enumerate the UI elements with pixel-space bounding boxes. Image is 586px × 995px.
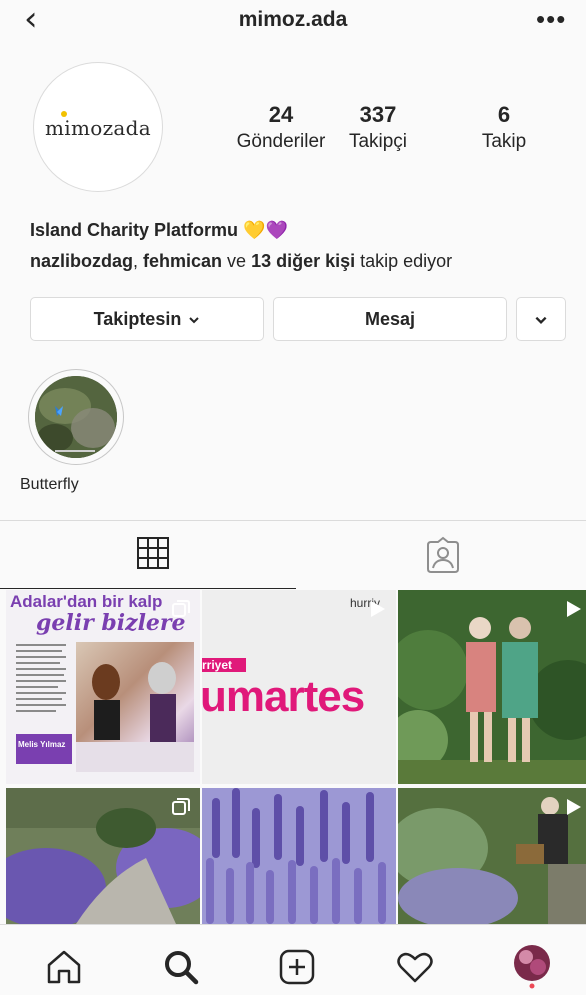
- highlight-label: Butterfly: [20, 476, 79, 493]
- followed-by-others[interactable]: 13 diğer kişi: [251, 251, 355, 271]
- chevron-down-icon: [535, 317, 547, 325]
- lavender-photo: [202, 788, 396, 924]
- home-icon[interactable]: [44, 947, 84, 987]
- add-post-icon[interactable]: [277, 947, 317, 987]
- message-button-label: Mesaj: [364, 309, 416, 329]
- carousel-icon: [172, 798, 190, 816]
- stat-following-label: Takip: [481, 131, 527, 152]
- lavender-path-photo: [6, 788, 200, 928]
- heart-icon[interactable]: [395, 947, 435, 987]
- message-button[interactable]: Mesaj: [273, 297, 507, 341]
- story-highlight[interactable]: [28, 369, 124, 465]
- video-icon: [564, 798, 582, 816]
- stat-following[interactable]: 6 Takip: [444, 102, 564, 156]
- garden-photo: [398, 590, 586, 784]
- post-byline: Melis Yılmaz: [18, 740, 66, 749]
- profile-avatar-icon[interactable]: [512, 943, 552, 989]
- followed-by-suffix: takip ediyor: [355, 251, 453, 271]
- search-icon[interactable]: [161, 947, 201, 987]
- byline-block: [16, 734, 72, 764]
- gardening-photo: [398, 788, 586, 928]
- stat-followers[interactable]: 337 Takipçi: [318, 102, 438, 156]
- grid-icon[interactable]: [136, 536, 170, 570]
- tabs-divider: [0, 520, 586, 521]
- followed-by-user[interactable]: fehmican: [143, 251, 222, 271]
- followed-by-user[interactable]: nazlibozdag: [30, 251, 133, 271]
- stat-following-value: 6: [497, 102, 511, 127]
- bottom-navigation: [0, 924, 586, 995]
- conjunction-text: ve: [222, 251, 252, 271]
- stat-followers-label: Takipçi: [348, 131, 408, 152]
- bio-name: Island Charity Platformu 💛💜: [30, 220, 288, 241]
- post-brand: rriyet: [202, 658, 233, 672]
- followed-by[interactable]: nazlibozdag, fehmican ve 13 diğer kişi t…: [30, 251, 452, 272]
- profile-header: ‹ mimoz.ada •••: [0, 0, 586, 44]
- chevron-down-icon: [189, 317, 200, 324]
- video-icon: [368, 600, 386, 618]
- suggestions-toggle-button[interactable]: [516, 297, 566, 341]
- heart-emojis: 💛💜: [243, 220, 288, 240]
- post-thumbnail[interactable]: Adalar'dan bir kalp gelir bizlere Melis …: [6, 590, 200, 784]
- carousel-icon: [172, 600, 190, 618]
- post-big-text: umartes: [202, 672, 365, 721]
- video-icon: [564, 600, 582, 618]
- page-title: mimoz.ada: [238, 8, 348, 31]
- article-text-block: [16, 642, 66, 732]
- profile-avatar[interactable]: mimozada: [33, 62, 163, 192]
- tagged-person-icon[interactable]: [425, 536, 461, 574]
- active-tab-indicator: [0, 588, 296, 589]
- more-horizontal-icon[interactable]: •••: [536, 4, 566, 35]
- bio-name-text: Island Charity Platformu: [30, 220, 239, 240]
- post-thumbnail[interactable]: [398, 590, 586, 784]
- highlight-thumbnail: [35, 376, 117, 458]
- separator-text: ,: [133, 251, 144, 271]
- brand-logo: mimozada: [45, 116, 151, 140]
- following-button-label: Takiptesin: [93, 309, 182, 329]
- article-photo: [76, 642, 194, 772]
- post-thumbnail[interactable]: hurriy rriyet umartes: [202, 590, 396, 784]
- following-button[interactable]: Takiptesin: [30, 297, 264, 341]
- post-headline: Adalar'dan bir kalp: [10, 592, 163, 611]
- stat-followers-value: 337: [359, 102, 397, 127]
